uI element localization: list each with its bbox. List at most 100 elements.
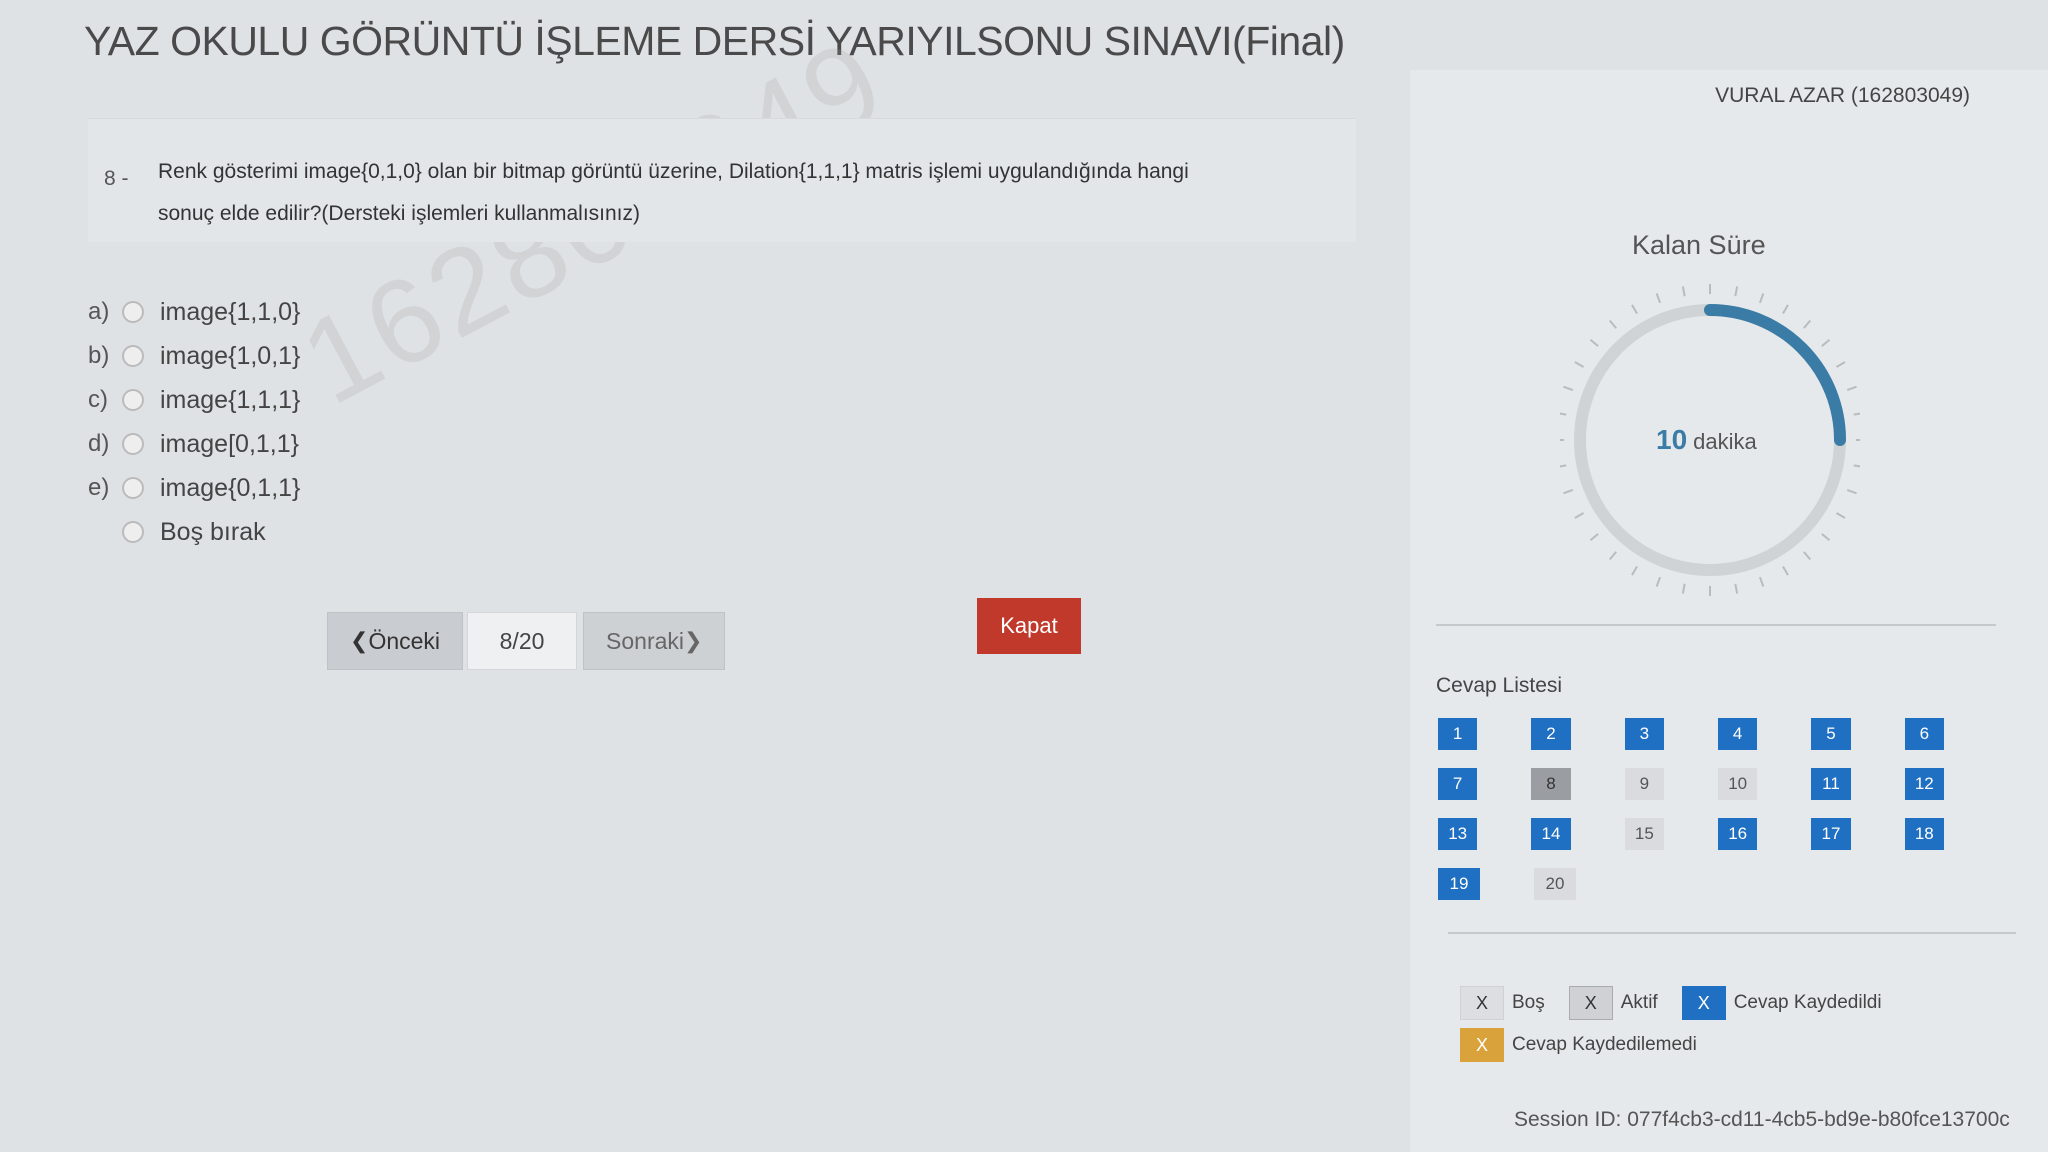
legend-row: X Cevap Kaydedilemedi [1460, 1024, 1906, 1066]
legend-empty-label: Boş [1512, 992, 1545, 1013]
next-button[interactable]: Sonraki ❯ [583, 612, 726, 670]
answer-list-item-10[interactable]: 10 [1717, 768, 1758, 800]
option-a[interactable]: a) image{1,1,0} [88, 290, 300, 334]
timer-tick [1563, 385, 1574, 392]
answer-list-row: 7 8 9 10 11 12 [1438, 768, 1998, 818]
timer-value: 10 dakika [1656, 424, 1757, 456]
answer-list-item-20[interactable]: 20 [1534, 868, 1576, 900]
timer-tick [1803, 319, 1812, 329]
chevron-right-icon: ❯ [684, 628, 703, 653]
legend: X Boş X Aktif X Cevap Kaydedildi X Cevap… [1460, 982, 1906, 1066]
answer-list-item-18[interactable]: 18 [1904, 818, 1944, 850]
timer-tick [1803, 551, 1812, 561]
answer-list-item-12[interactable]: 12 [1904, 768, 1944, 800]
question-text: Renk gösterimi image{0,1,0} olan bir bit… [158, 151, 1318, 235]
question-text-line-2: sonuç elde edilir?(Dersteki işlemleri ku… [158, 202, 641, 225]
answer-list-item-16[interactable]: 16 [1717, 818, 1758, 850]
legend-saved-swatch: X [1681, 986, 1726, 1020]
timer-tick [1631, 565, 1638, 576]
option-e-radio[interactable] [122, 477, 144, 499]
answer-list-row: 13 14 15 16 17 18 [1438, 818, 1998, 868]
timer-tick [1560, 412, 1567, 416]
timer-tick [1574, 512, 1585, 519]
timer-tick [1655, 576, 1662, 587]
option-text: Boş bırak [160, 517, 266, 546]
timer-tick [1758, 576, 1765, 587]
answer-list-row: 1 2 3 4 5 6 [1438, 718, 1998, 768]
answer-options: a) image{1,1,0} b) image{1,0,1} c) image… [88, 290, 300, 554]
option-c-radio[interactable] [122, 389, 144, 411]
chevron-left-icon: ❮ [350, 628, 369, 653]
timer-tick [1681, 286, 1686, 297]
question-navigation: ❮ Önceki 8/20 Sonraki ❯ [327, 612, 726, 670]
option-b[interactable]: b) image{1,0,1} [88, 334, 300, 378]
answer-list-item-2[interactable]: 2 [1531, 718, 1571, 750]
option-leave-blank-radio[interactable] [122, 521, 144, 543]
answer-list-item-5[interactable]: 5 [1811, 718, 1851, 750]
answer-list-item-3[interactable]: 3 [1624, 718, 1664, 750]
timer-tick [1821, 338, 1831, 347]
timer-tick [1782, 304, 1789, 315]
option-text: image{1,1,0} [160, 297, 301, 326]
option-d-radio[interactable] [122, 433, 144, 455]
session-id: Session ID: 077f4cb3-cd11-4cb5-bd9e-b80f… [1514, 1108, 2010, 1131]
timer-tick [1853, 464, 1860, 468]
option-d[interactable]: d) image[0,1,1} [88, 422, 300, 466]
timer-tick [1835, 512, 1846, 519]
answer-list-item-15[interactable]: 15 [1624, 818, 1664, 850]
legend-saved-label: Cevap Kaydedildi [1733, 992, 1882, 1013]
timer-tick [1608, 319, 1617, 329]
timer-tick [1655, 293, 1662, 304]
answer-list-item-7[interactable]: 7 [1438, 768, 1478, 800]
answer-list-item-4[interactable]: 4 [1717, 718, 1758, 750]
legend-divider [1448, 932, 2016, 934]
previous-label: Önceki [368, 627, 441, 654]
option-a-radio[interactable] [122, 301, 144, 323]
legend-active-label: Aktif [1620, 992, 1658, 1013]
timer-tick [1608, 551, 1617, 561]
close-button[interactable]: Kapat [977, 598, 1081, 654]
timer-tick [1853, 412, 1860, 416]
answer-list-item-14[interactable]: 14 [1531, 818, 1571, 850]
option-leave-blank[interactable]: Boş bırak [88, 510, 300, 554]
answer-list-item-19[interactable]: 19 [1438, 868, 1480, 900]
legend-row: X Boş X Aktif X Cevap Kaydedildi [1460, 982, 1906, 1024]
option-text: image{0,1,1} [160, 473, 301, 502]
answer-list-row: 19 20 [1438, 868, 1998, 918]
timer-unit: dakika [1693, 429, 1757, 454]
timer-tick [1835, 361, 1846, 368]
option-text: image[0,1,1} [160, 429, 299, 458]
question-box: 8 - Renk gösterimi image{0,1,0} olan bir… [88, 118, 1356, 242]
timer-tick [1846, 385, 1857, 392]
timer-tick [1589, 533, 1599, 542]
next-label: Sonraki [606, 627, 685, 654]
question-counter: 8/20 [467, 612, 578, 670]
answer-list-item-1[interactable]: 1 [1438, 718, 1478, 750]
option-letter: b) [88, 342, 110, 369]
previous-button[interactable]: ❮ Önceki [327, 612, 464, 670]
timer-tick [1681, 583, 1686, 594]
answer-list-item-17[interactable]: 17 [1811, 818, 1851, 850]
option-text: image{1,1,1} [160, 385, 301, 414]
option-e[interactable]: e) image{0,1,1} [88, 466, 300, 510]
option-c[interactable]: c) image{1,1,1} [88, 378, 300, 422]
option-letter: c) [88, 386, 108, 413]
legend-active-swatch: X [1568, 986, 1613, 1020]
timer-tick [1560, 464, 1567, 468]
answer-list-item-9[interactable]: 9 [1624, 768, 1664, 800]
option-letter: d) [88, 430, 110, 457]
option-b-radio[interactable] [122, 345, 144, 367]
answer-list-item-13[interactable]: 13 [1438, 818, 1478, 850]
answer-list-title: Cevap Listesi [1436, 674, 1563, 697]
timer-tick [1563, 488, 1574, 495]
exam-title: YAZ OKULU GÖRÜNTÜ İŞLEME DERSİ YARIYILSO… [84, 18, 1345, 64]
legend-empty-swatch: X [1460, 986, 1504, 1020]
timer-label: Kalan Süre [1632, 230, 1766, 260]
timer-tick [1758, 293, 1765, 304]
timer-minutes: 10 [1656, 424, 1688, 455]
answer-list-item-8[interactable]: 8 [1531, 768, 1571, 800]
timer-tick [1782, 565, 1789, 576]
answer-list-item-11[interactable]: 11 [1811, 768, 1851, 800]
answer-list-item-6[interactable]: 6 [1904, 718, 1944, 750]
question-text-line-1: Renk gösterimi image{0,1,0} olan bir bit… [158, 160, 1189, 183]
